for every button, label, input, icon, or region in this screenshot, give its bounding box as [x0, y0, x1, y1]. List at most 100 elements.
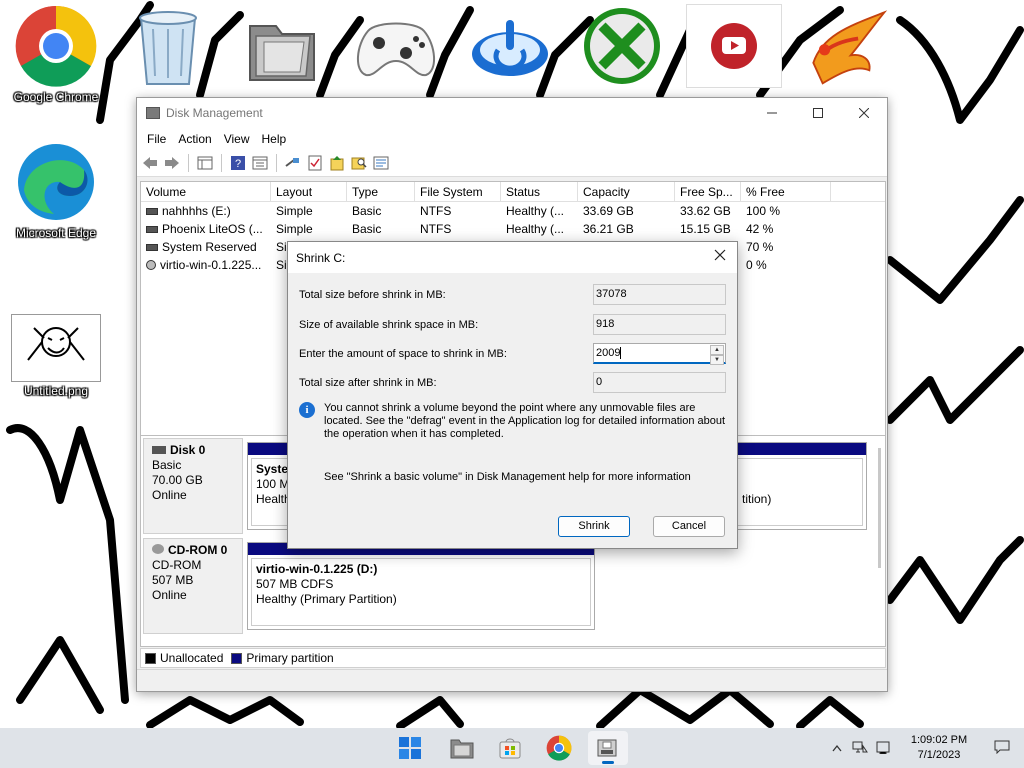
column-header-status[interactable]: Status: [501, 182, 578, 201]
column-header-file-system[interactable]: File System: [415, 182, 501, 201]
field-label: Enter the amount of space to shrink in M…: [299, 348, 507, 360]
shrink-button[interactable]: Shrink: [558, 516, 630, 537]
volume-capacity: 36.21 GB: [583, 222, 634, 236]
drive-icon: [146, 207, 158, 215]
volume-icon[interactable]: [876, 740, 892, 757]
desktop-icon-recycle-bin[interactable]: [118, 4, 218, 88]
active-app-indicator: [602, 761, 614, 764]
shrink-dialog[interactable]: Shrink C: Total size before shrink in MB…: [287, 241, 738, 549]
taskbar-chrome[interactable]: [539, 731, 579, 765]
toolbar: ?: [137, 150, 887, 177]
desktop-icon-gamepad[interactable]: [346, 4, 446, 88]
dialog-title: Shrink C:: [296, 250, 346, 265]
info-message: i You cannot shrink a volume beyond the …: [299, 402, 727, 441]
desktop-icon-edge[interactable]: Microsoft Edge: [6, 140, 106, 240]
disk-state: Online: [152, 488, 187, 502]
properties-icon[interactable]: [251, 154, 269, 172]
volume-name: virtio-win-0.1.225...: [160, 258, 262, 272]
window-title: Disk Management: [166, 105, 263, 120]
file-explorer-icon: [450, 739, 474, 759]
desktop-icon-folder[interactable]: [232, 4, 332, 88]
partition-size: 507 MB CDFS: [256, 577, 334, 591]
drive-icon: [146, 225, 158, 233]
desktop-icon-youtube[interactable]: [684, 4, 784, 88]
volume-list-header: Volume Layout Type File System Status Ca…: [141, 182, 885, 202]
menu-bar: File Action View Help: [137, 127, 887, 150]
primary-partition-swatch: [231, 652, 243, 664]
system-tray: 1:09:02 PM 7/1/2023: [832, 728, 1024, 768]
text-cursor: [620, 347, 622, 360]
toolbar-separator: [221, 154, 222, 172]
menu-file[interactable]: File: [141, 132, 172, 146]
field-label: Total size before shrink in MB:: [299, 289, 446, 301]
volume-layout: Simple: [276, 204, 313, 218]
dialog-titlebar[interactable]: Shrink C:: [288, 242, 737, 273]
desktop-icon-phoenix[interactable]: [796, 4, 896, 88]
taskbar-file-explorer[interactable]: [442, 731, 482, 765]
desktop-icon-chrome[interactable]: Google Chrome: [6, 4, 106, 104]
console-tree-icon[interactable]: [196, 154, 214, 172]
menu-action[interactable]: Action: [172, 132, 217, 146]
table-row[interactable]: nahhhhs (E:) Simple Basic NTFS Healthy (…: [141, 202, 885, 220]
chevron-up-icon[interactable]: [832, 741, 842, 755]
close-button[interactable]: [841, 98, 887, 127]
taskbar-disk-management[interactable]: [588, 731, 628, 765]
disk-management-icon: [597, 739, 617, 757]
volume-status: Healthy (...: [506, 222, 565, 236]
close-icon: [714, 249, 726, 261]
drive-icon: [146, 243, 158, 251]
partition-title: virtio-win-0.1.225 (D:): [256, 562, 378, 576]
cd-drive-icon: [146, 260, 156, 270]
table-row[interactable]: Phoenix LiteOS (... Simple Basic NTFS He…: [141, 220, 885, 238]
partition-virtio-win[interactable]: virtio-win-0.1.225 (D:) 507 MB CDFS Heal…: [247, 542, 595, 630]
cancel-button[interactable]: Cancel: [653, 516, 725, 537]
youtube-icon: [686, 4, 782, 88]
disk-view-scrollbar[interactable]: [878, 448, 881, 568]
dialog-close-button[interactable]: [711, 248, 729, 266]
shrink-amount-stepper[interactable]: 2009 ▲ ▼: [593, 343, 726, 365]
spin-down-icon[interactable]: ▼: [710, 355, 724, 365]
volume-status: Healthy (...: [506, 204, 565, 218]
image-file-icon: [11, 314, 101, 382]
minimize-icon: [767, 112, 777, 113]
disk-kind: CD-ROM: [152, 558, 202, 572]
volume-layout: Simple: [276, 222, 313, 236]
spin-up-icon[interactable]: ▲: [710, 345, 724, 355]
column-header-capacity[interactable]: Capacity: [578, 182, 675, 201]
desktop-icon-label: Untitled.png: [23, 384, 89, 398]
rescan-icon[interactable]: [328, 154, 346, 172]
notification-icon[interactable]: [994, 740, 1010, 757]
toolbar-separator: [276, 154, 277, 172]
column-header-free-space[interactable]: Free Sp...: [675, 182, 741, 201]
clock[interactable]: 1:09:02 PM 7/1/2023: [904, 733, 974, 763]
column-header-type[interactable]: Type: [347, 182, 415, 201]
search-icon[interactable]: [350, 154, 368, 172]
maximize-button[interactable]: [795, 98, 841, 127]
partition-status: Healthy (Primary Partition): [256, 592, 397, 606]
back-arrow-icon[interactable]: [141, 154, 159, 172]
total-before-value: 37078: [593, 284, 726, 305]
shrink-amount-input[interactable]: 2009: [596, 347, 620, 359]
disk-name: Disk 0: [170, 443, 206, 457]
column-header-volume[interactable]: Volume: [141, 182, 271, 201]
desktop-icon-untitled-png[interactable]: Untitled.png: [6, 306, 106, 398]
help-icon[interactable]: ?: [229, 154, 247, 172]
edge-icon: [14, 140, 98, 224]
disk-0-label[interactable]: Disk 0 Basic 70.00 GB Online: [143, 438, 243, 534]
minimize-button[interactable]: [749, 98, 795, 127]
checklist-icon[interactable]: [306, 154, 324, 172]
menu-help[interactable]: Help: [256, 132, 293, 146]
column-header-layout[interactable]: Layout: [271, 182, 347, 201]
window-titlebar[interactable]: Disk Management: [137, 98, 887, 127]
cd-rom-0-label[interactable]: CD-ROM 0 CD-ROM 507 MB Online: [143, 538, 243, 634]
settings-list-icon[interactable]: [372, 154, 390, 172]
desktop-icon-xbox[interactable]: [572, 4, 672, 88]
taskbar-store[interactable]: [490, 731, 530, 765]
menu-view[interactable]: View: [218, 132, 256, 146]
column-header-percent-free[interactable]: % Free: [741, 182, 831, 201]
network-icon[interactable]: [852, 740, 868, 757]
desktop-icon-power[interactable]: [460, 4, 560, 88]
connect-icon[interactable]: [284, 154, 302, 172]
start-button[interactable]: [390, 731, 430, 765]
forward-arrow-icon[interactable]: [163, 154, 181, 172]
